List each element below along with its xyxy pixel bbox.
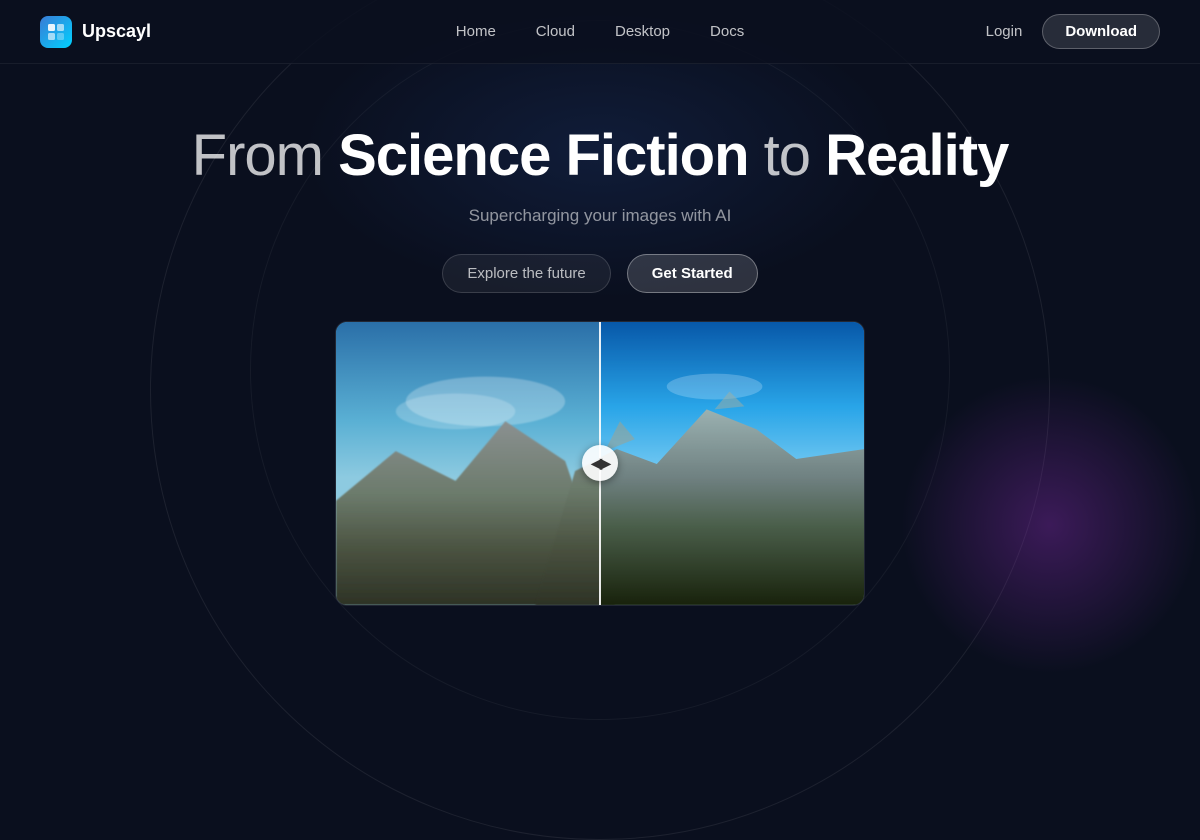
nav-link-cloud[interactable]: Cloud (536, 23, 575, 40)
navbar: Upscayl Home Cloud Desktop Docs Login Do… (0, 0, 1200, 64)
hero-section: From Science Fiction to Reality Supercha… (0, 64, 1200, 606)
hero-cta: Explore the future Get Started (442, 254, 757, 293)
comparison-handle[interactable]: ◀▶ (582, 445, 618, 481)
brand-name: Upscayl (82, 21, 151, 42)
download-button[interactable]: Download (1042, 14, 1160, 49)
hero-title-reality: Reality (825, 123, 1008, 188)
nav-links: Home Cloud Desktop Docs (456, 23, 744, 40)
hero-title: From Science Fiction to Reality (192, 124, 1009, 188)
login-button[interactable]: Login (986, 23, 1023, 40)
drag-arrows-icon: ◀▶ (591, 455, 609, 472)
logo-icon (40, 16, 72, 48)
nav-logo: Upscayl (40, 16, 151, 48)
nav-link-desktop[interactable]: Desktop (615, 23, 670, 40)
hero-title-science-fiction: Science Fiction (338, 123, 748, 188)
comparison-wrapper: ◀▶ (336, 322, 864, 605)
nav-actions: Login Download (986, 14, 1160, 49)
get-started-button[interactable]: Get Started (627, 254, 758, 293)
nav-link-docs[interactable]: Docs (710, 23, 744, 40)
image-comparison[interactable]: ◀▶ (335, 321, 865, 606)
hero-subtitle: Supercharging your images with AI (469, 206, 732, 226)
hero-title-from: From (192, 123, 338, 188)
explore-button[interactable]: Explore the future (442, 254, 610, 293)
nav-link-home[interactable]: Home (456, 23, 496, 40)
logo-svg (46, 22, 66, 42)
hero-title-to: to (749, 123, 826, 188)
